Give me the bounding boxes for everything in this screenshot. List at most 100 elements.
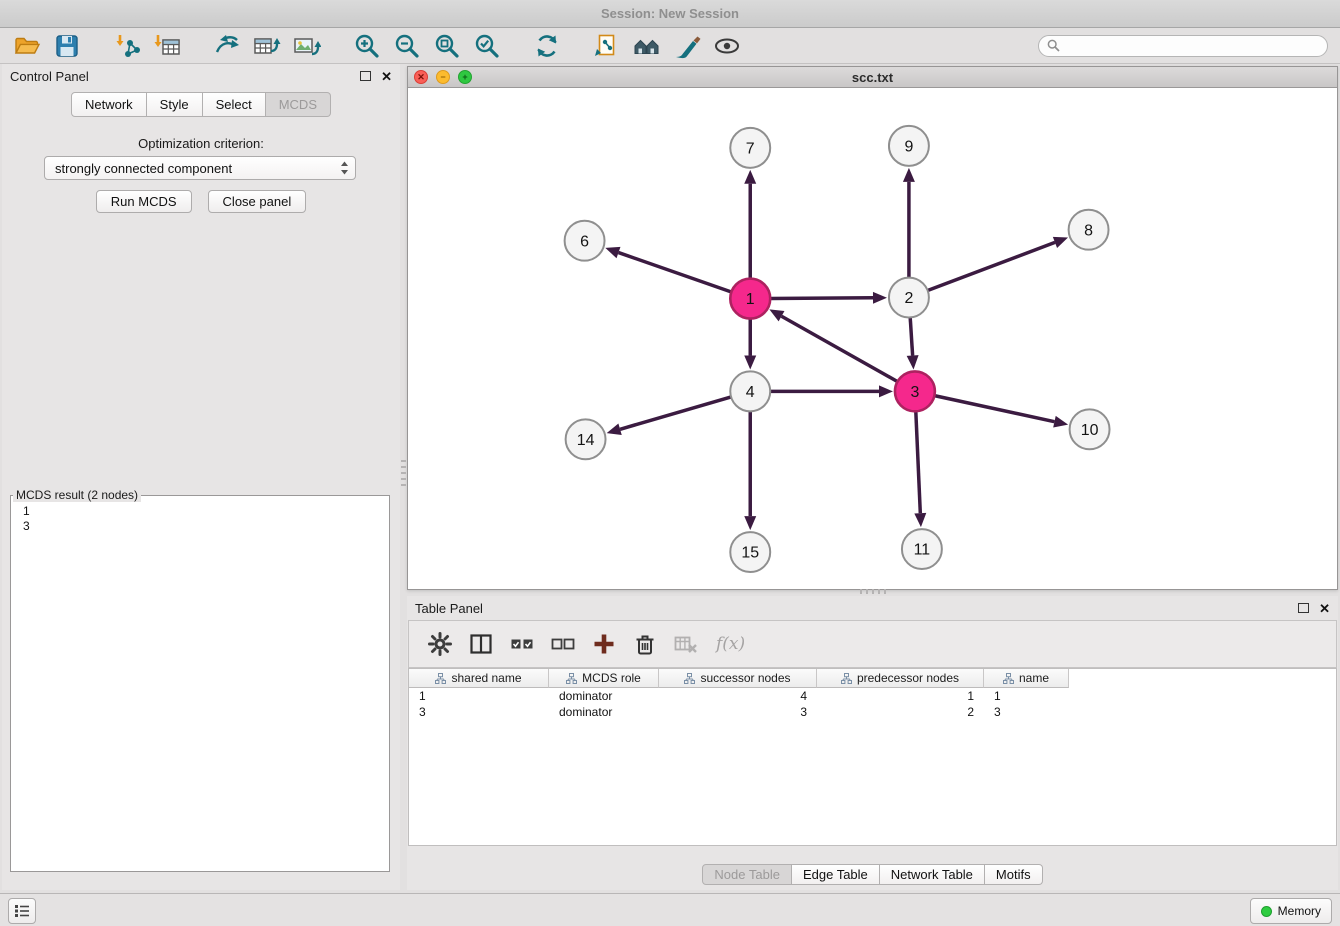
column-header-mcds-role[interactable]: MCDS role: [549, 669, 659, 688]
memory-button[interactable]: Memory: [1250, 898, 1332, 924]
tab-select[interactable]: Select: [203, 92, 266, 117]
window-titlebar[interactable]: Session: New Session: [0, 0, 1340, 28]
dropdown-stepper-icon: [340, 160, 349, 176]
node-label-1: 1: [746, 291, 755, 308]
edge-2-3[interactable]: [910, 318, 912, 356]
refresh-group: [532, 31, 562, 61]
node-label-3: 3: [910, 384, 919, 401]
import-table-icon[interactable]: [152, 31, 182, 61]
tab-edge-table[interactable]: Edge Table: [792, 864, 880, 885]
tab-motifs[interactable]: Motifs: [985, 864, 1043, 885]
horizontal-splitter-handle[interactable]: [860, 589, 886, 594]
deselect-all-columns-icon[interactable]: [548, 629, 578, 659]
float-panel-icon[interactable]: [360, 71, 371, 81]
save-session-icon[interactable]: [52, 31, 82, 61]
export-image-icon[interactable]: [292, 31, 322, 61]
column-header-name[interactable]: name: [984, 669, 1069, 688]
table-toolbar: f(x): [408, 620, 1337, 668]
control-panel-header: Control Panel ✕: [2, 64, 400, 88]
zoom-in-icon[interactable]: [352, 31, 382, 61]
column-header-predecessor-nodes[interactable]: predecessor nodes: [817, 669, 984, 688]
table-cell: dominator: [549, 705, 659, 719]
edge-arrowhead-2-8: [1053, 237, 1068, 248]
table-cell: 1: [984, 689, 1069, 703]
tab-network[interactable]: Network: [71, 92, 147, 117]
network-overview-icon[interactable]: [632, 31, 662, 61]
edge-1-2[interactable]: [770, 298, 873, 299]
memory-button-label: Memory: [1278, 904, 1321, 918]
column-header-label: shared name: [451, 671, 521, 685]
search-input[interactable]: [1065, 38, 1319, 54]
edge-arrowhead-1-2: [873, 292, 887, 304]
function-builder-icon[interactable]: f(x): [716, 634, 745, 654]
column-header-successor-nodes[interactable]: successor nodes: [659, 669, 817, 688]
edge-1-6[interactable]: [618, 253, 731, 292]
vertical-splitter-handle[interactable]: [401, 460, 406, 486]
network-canvas-wrap: 7968124314101511: [408, 88, 1337, 589]
zoom-selected-icon[interactable]: [472, 31, 502, 61]
table-row[interactable]: 1dominator411: [409, 688, 1336, 704]
float-table-panel-icon[interactable]: [1298, 603, 1309, 613]
edge-arrowhead-1-4: [744, 355, 756, 369]
zoom-fit-icon[interactable]: [432, 31, 462, 61]
table-cell: 2: [817, 705, 984, 719]
select-all-columns-icon[interactable]: [507, 629, 537, 659]
tab-network-table[interactable]: Network Table: [880, 864, 985, 885]
open-file-icon[interactable]: [12, 31, 42, 61]
close-control-panel-icon[interactable]: ✕: [381, 70, 392, 83]
show-hide-graphics-icon[interactable]: [712, 31, 742, 61]
optimization-dropdown[interactable]: strongly connected component: [44, 156, 356, 180]
node-label-14: 14: [577, 432, 595, 449]
create-column-plus-icon[interactable]: [589, 629, 619, 659]
node-label-9: 9: [904, 138, 913, 155]
show-column-panel-icon[interactable]: [466, 629, 496, 659]
status-bar: Memory: [0, 893, 1340, 926]
edge-3-1[interactable]: [782, 316, 898, 381]
column-tree-icon: [435, 673, 446, 684]
export-table-icon[interactable]: [252, 31, 282, 61]
optimization-criterion-label: Optimization criterion:: [2, 136, 400, 151]
maximize-window-button[interactable]: +: [458, 70, 472, 84]
node-label-10: 10: [1081, 422, 1099, 439]
table-settings-gear-icon[interactable]: [425, 629, 455, 659]
tab-style[interactable]: Style: [147, 92, 203, 117]
table-rows: 1dominator4113dominator323: [409, 688, 1336, 720]
zoom-out-icon[interactable]: [392, 31, 422, 61]
edge-4-14[interactable]: [620, 397, 731, 429]
delete-column-trash-icon[interactable]: [630, 629, 660, 659]
refresh-icon[interactable]: [532, 31, 562, 61]
run-mcds-button[interactable]: Run MCDS: [96, 190, 192, 213]
table-tabs: Node TableEdge TableNetwork TableMotifs: [407, 864, 1338, 885]
export-network-icon[interactable]: [212, 31, 242, 61]
tab-node-table[interactable]: Node Table: [702, 864, 792, 885]
node-label-6: 6: [580, 233, 589, 250]
network-window-titlebar[interactable]: scc.txt ✕ − +: [408, 67, 1337, 88]
mcds-result-lines: 13: [11, 502, 389, 534]
edge-2-8[interactable]: [928, 242, 1055, 290]
table-panel: Table Panel ✕: [407, 596, 1338, 890]
close-panel-button[interactable]: Close panel: [208, 190, 307, 213]
panel-selector-button[interactable]: [8, 898, 36, 924]
apply-style-icon[interactable]: [672, 31, 702, 61]
column-header-shared-name[interactable]: shared name: [409, 669, 549, 688]
tab-mcds[interactable]: MCDS: [266, 92, 331, 117]
network-canvas[interactable]: 7968124314101511: [408, 88, 1337, 589]
table-cell: 3: [659, 705, 817, 719]
table-header-row: shared name MCDS rolesuccessor nodesprede…: [409, 669, 1336, 688]
table-cell: dominator: [549, 689, 659, 703]
minimize-window-button[interactable]: −: [436, 70, 450, 84]
table-row[interactable]: 3dominator323: [409, 704, 1336, 720]
edge-3-11[interactable]: [916, 411, 921, 513]
edge-3-10[interactable]: [934, 396, 1054, 422]
network-window: scc.txt ✕ − + 7968124314101511: [407, 66, 1338, 590]
clone-network-icon[interactable]: [592, 31, 622, 61]
search-box[interactable]: [1038, 35, 1328, 57]
edge-arrowhead-4-15: [744, 516, 756, 530]
edge-arrowhead-1-7: [744, 170, 756, 184]
close-table-panel-icon[interactable]: ✕: [1319, 602, 1330, 615]
close-window-button[interactable]: ✕: [414, 70, 428, 84]
optimization-dropdown-value: strongly connected component: [55, 161, 340, 176]
import-network-icon[interactable]: [112, 31, 142, 61]
delete-table-icon[interactable]: [671, 629, 701, 659]
main-toolbar: [0, 28, 1340, 64]
